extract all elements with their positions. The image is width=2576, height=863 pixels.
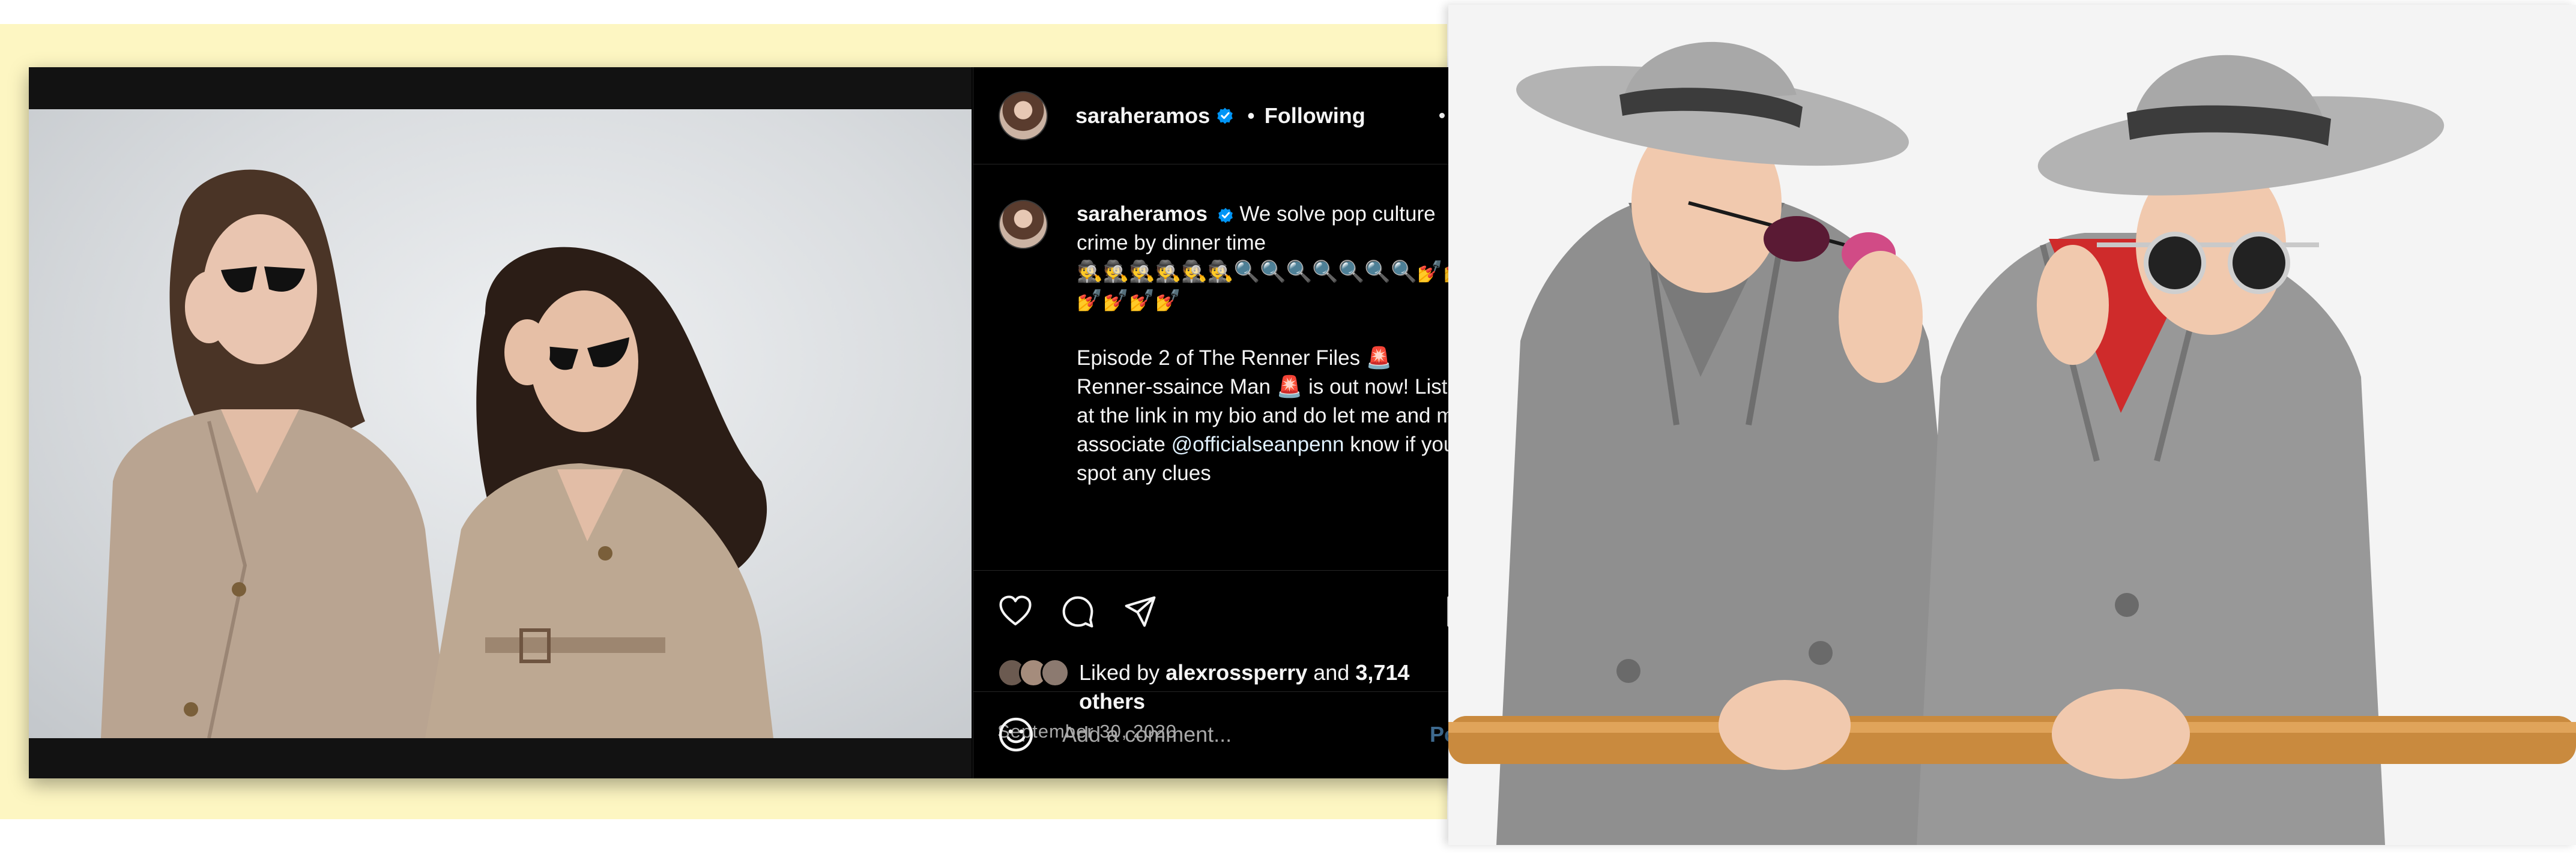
- comment-bar: Post: [973, 691, 1501, 778]
- mention-link[interactable]: @officialseanpenn: [1172, 433, 1344, 456]
- detectives-photo-illustration: [101, 169, 773, 738]
- separator-dot: •: [1247, 103, 1255, 128]
- heart-icon[interactable]: [999, 595, 1032, 628]
- caption-emoji-line: 🕵️🕵️🕵️🕵️🕵️🕵️🔍🔍🔍🔍🔍🔍🔍💅💅💅💅💅💅: [1077, 260, 1469, 312]
- post-header: saraheramos • Following: [973, 67, 1501, 164]
- post-photo-pane[interactable]: [29, 67, 972, 778]
- following-button[interactable]: Following: [1265, 103, 1365, 128]
- caption-avatar[interactable]: [999, 200, 1048, 249]
- caption-paragraph: Episode 2 of The Renner Files 🚨 Renner-s…: [1077, 344, 1473, 488]
- caption-scroll-area[interactable]: saraheramos We solve pop culture crime b…: [973, 165, 1501, 570]
- header-username[interactable]: saraheramos: [1075, 103, 1210, 128]
- comment-input[interactable]: [1062, 718, 1398, 751]
- share-icon[interactable]: [1123, 595, 1157, 628]
- twins-detective-photo: [1448, 5, 2576, 845]
- likes-prefix: Liked by: [1079, 660, 1166, 685]
- caption: saraheramos We solve pop culture crime b…: [1077, 200, 1473, 488]
- twins-photo-illustration: [1448, 41, 2576, 845]
- likes-and: and: [1307, 660, 1356, 685]
- collage-canvas: saraheramos • Following saraheramos We s…: [0, 0, 2576, 863]
- post-photo[interactable]: [29, 109, 972, 738]
- comment-icon[interactable]: [1061, 595, 1095, 628]
- liker-avatars[interactable]: [997, 658, 1075, 690]
- caption-username[interactable]: saraheramos: [1077, 202, 1208, 226]
- emoji-icon[interactable]: [997, 716, 1035, 753]
- verified-badge-icon: [1217, 107, 1233, 124]
- liker-avatar[interactable]: [1041, 658, 1069, 687]
- verified-badge-icon: [1218, 208, 1233, 223]
- post-side-panel: saraheramos • Following saraheramos We s…: [973, 67, 1501, 778]
- instagram-post-card: saraheramos • Following saraheramos We s…: [29, 67, 1501, 778]
- liked-by-user[interactable]: alexrossperry: [1166, 660, 1307, 685]
- avatar[interactable]: [999, 91, 1048, 140]
